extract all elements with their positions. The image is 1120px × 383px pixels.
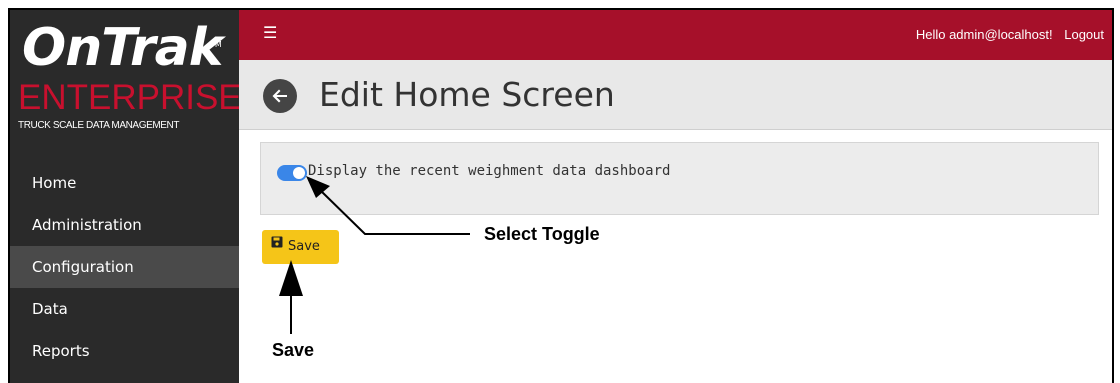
save-callout-arrow: [279, 260, 303, 334]
toggle-callout-arrow: [306, 176, 470, 235]
toggle-callout-label: Select Toggle: [484, 224, 600, 244]
save-callout-label: Save: [272, 340, 315, 360]
annotation-arrows: [279, 176, 470, 334]
